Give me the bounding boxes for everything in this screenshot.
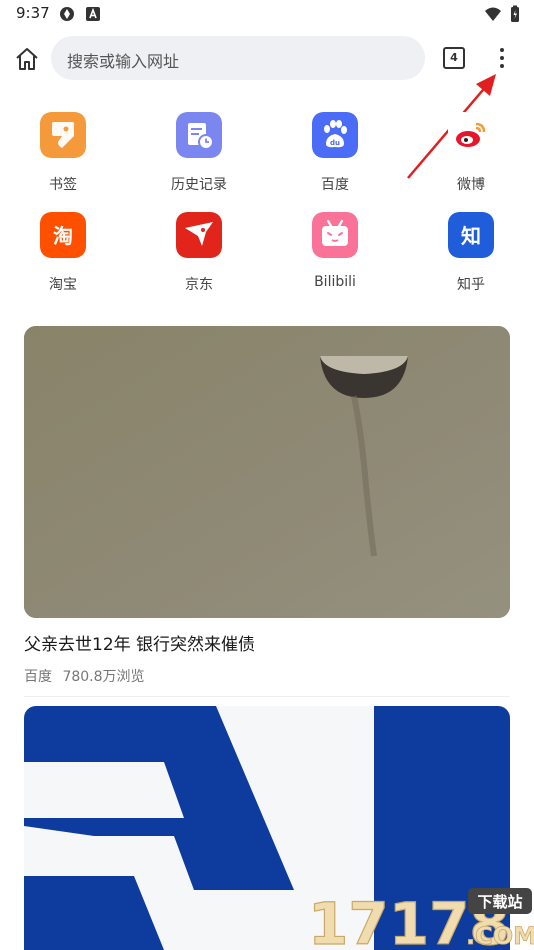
svg-text:du: du — [330, 139, 340, 147]
feed-meta: 百度 780.8万浏览 — [24, 666, 145, 686]
quick-link-taobao[interactable]: 淘 淘宝 — [8, 212, 118, 302]
feed-source: 百度 — [24, 669, 52, 685]
news-photo — [24, 326, 510, 618]
quick-link-label: 书签 — [49, 177, 77, 193]
quick-link-jd[interactable]: 京东 — [144, 212, 254, 302]
quick-link-label: 历史记录 — [171, 177, 227, 193]
quick-link-label: 百度 — [321, 177, 349, 193]
history-icon — [176, 112, 222, 158]
quick-link-bookmarks[interactable]: 书签 — [8, 112, 118, 202]
zhihu-glyph: 知 — [461, 224, 481, 248]
bilibili-icon — [312, 212, 358, 258]
quick-link-label: 微博 — [457, 177, 485, 193]
search-placeholder: 搜索或输入网址 — [67, 52, 180, 71]
menu-dot-icon — [500, 48, 504, 52]
zhihu-icon: 知 — [448, 212, 494, 258]
battery-icon — [511, 5, 519, 22]
feed-item-image[interactable] — [24, 326, 510, 618]
jd-icon — [176, 212, 222, 258]
app-a-icon — [86, 7, 100, 21]
weibo-icon — [448, 112, 494, 158]
quick-link-label: 京东 — [185, 277, 213, 293]
watermark-domain: .COM — [466, 922, 534, 950]
taobao-glyph: 淘 — [53, 224, 73, 248]
sync-icon — [60, 7, 74, 21]
baidu-icon: du — [312, 112, 358, 158]
status-bar: 9:37 — [0, 0, 534, 28]
wifi-icon — [485, 7, 501, 21]
quick-link-label: 淘宝 — [49, 277, 77, 293]
quick-link-zhihu[interactable]: 知 知乎 — [416, 212, 526, 302]
quick-link-bilibili[interactable]: Bilibili — [280, 212, 390, 302]
site-watermark-logo: 17178 下载站 .COM — [308, 888, 534, 950]
home-icon[interactable] — [12, 44, 42, 74]
feed-title[interactable]: 父亲去世12年 银行突然来催债 — [24, 630, 255, 655]
quick-link-history[interactable]: 历史记录 — [144, 112, 254, 202]
quick-link-weibo[interactable]: 微博 — [416, 112, 526, 202]
quick-link-baidu[interactable]: du 百度 — [280, 112, 390, 202]
taobao-icon: 淘 — [40, 212, 86, 258]
status-time: 9:37 — [16, 4, 50, 22]
quick-link-label: Bilibili — [314, 274, 356, 290]
feed-divider — [24, 696, 510, 697]
feed-views: 780.8万浏览 — [62, 669, 145, 685]
menu-dot-icon — [500, 56, 504, 60]
search-input[interactable]: 搜索或输入网址 — [51, 36, 425, 80]
bookmark-icon — [40, 112, 86, 158]
quick-link-label: 知乎 — [457, 277, 485, 293]
watermark-tag: 下载站 — [477, 893, 522, 911]
